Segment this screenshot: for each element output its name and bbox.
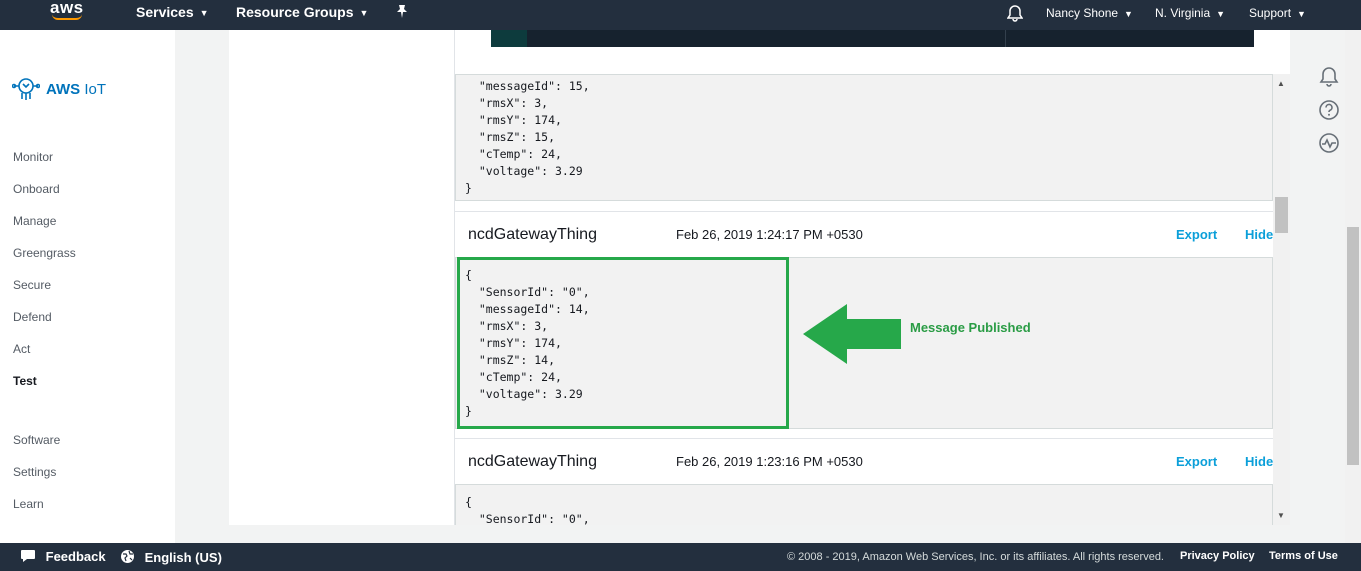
pin-icon[interactable] bbox=[396, 4, 408, 21]
page-scrollbar-thumb[interactable] bbox=[1347, 227, 1359, 465]
scroll-up-icon[interactable]: ▲ bbox=[1277, 79, 1285, 88]
sidebar-item-software[interactable]: Software bbox=[13, 433, 60, 447]
message-timestamp: Feb 26, 2019 1:24:17 PM +0530 bbox=[676, 227, 863, 242]
brand-name: AWS bbox=[46, 80, 81, 98]
left-sidebar: AWS IoT Monitor Onboard Manage Greengras… bbox=[0, 30, 175, 543]
chevron-down-icon: ▼ bbox=[1297, 8, 1306, 19]
export-button[interactable]: Export bbox=[1176, 227, 1217, 242]
region-menu[interactable]: N. Virginia ▼ bbox=[1155, 6, 1225, 20]
feedback-label: Feedback bbox=[45, 549, 106, 564]
support-menu[interactable]: Support ▼ bbox=[1249, 6, 1306, 20]
payload-code: "messageId": 15, "rmsX": 3, "rmsY": 174,… bbox=[465, 79, 590, 195]
footer-bar: Feedback English (US) © 2008 - 2019, Ama… bbox=[0, 543, 1361, 571]
top-navigation-bar: aws Services ▼ Resource Groups ▼ Nancy Sho… bbox=[0, 0, 1361, 30]
bell-icon[interactable] bbox=[1318, 65, 1340, 87]
aws-iot-brand[interactable]: AWS IoT bbox=[12, 76, 106, 102]
services-menu[interactable]: Services ▼ bbox=[136, 4, 209, 20]
arrow-left-icon bbox=[803, 304, 903, 369]
sidebar-item-act[interactable]: Act bbox=[13, 342, 30, 356]
chevron-down-icon: ▼ bbox=[199, 8, 209, 19]
activity-icon[interactable] bbox=[1318, 132, 1340, 154]
annotation-label: Message Published bbox=[910, 320, 1031, 335]
hide-button[interactable]: Hide bbox=[1245, 227, 1273, 242]
sidebar-item-learn[interactable]: Learn bbox=[13, 497, 44, 511]
region-name: N. Virginia bbox=[1155, 6, 1211, 20]
message-payload: { "SensorId": "0", bbox=[455, 484, 1273, 525]
aws-smile-icon bbox=[52, 14, 82, 20]
aws-iot-icon bbox=[12, 78, 40, 100]
sidebar-item-onboard[interactable]: Onboard bbox=[13, 182, 60, 196]
sidebar-item-test[interactable]: Test bbox=[13, 374, 37, 388]
chat-bubble-icon bbox=[21, 550, 35, 562]
page-scrollbar[interactable] bbox=[1345, 30, 1361, 543]
sidebar-item-manage[interactable]: Manage bbox=[13, 214, 56, 228]
payload-code: { "SensorId": "0", bbox=[465, 495, 590, 525]
message-topic: ncdGatewayThing bbox=[468, 226, 597, 243]
sidebar-item-settings[interactable]: Settings bbox=[13, 465, 56, 479]
services-label: Services bbox=[136, 4, 194, 20]
copyright-text: © 2008 - 2019, Amazon Web Services, Inc.… bbox=[787, 551, 1164, 563]
sidebar-item-defend[interactable]: Defend bbox=[13, 310, 52, 324]
language-selector[interactable]: English (US) bbox=[120, 549, 222, 565]
privacy-policy-link[interactable]: Privacy Policy bbox=[1180, 550, 1255, 562]
message-timestamp: Feb 26, 2019 1:23:16 PM +0530 bbox=[676, 454, 863, 469]
chevron-down-icon: ▼ bbox=[1216, 8, 1226, 19]
notifications-bell-icon[interactable] bbox=[1006, 4, 1024, 22]
subscription-header-bar bbox=[491, 30, 1254, 47]
header-separator bbox=[1005, 30, 1006, 47]
chevron-down-icon: ▼ bbox=[1124, 8, 1133, 19]
hide-button[interactable]: Hide bbox=[1245, 454, 1273, 469]
sidebar-item-secure[interactable]: Secure bbox=[13, 278, 51, 292]
aws-logo[interactable]: aws bbox=[50, 0, 84, 20]
account-name: Nancy Shone bbox=[1046, 6, 1119, 20]
messages-scrollbar[interactable]: ▲ ▼ bbox=[1273, 74, 1290, 525]
export-button[interactable]: Export bbox=[1176, 454, 1217, 469]
scroll-down-icon[interactable]: ▼ bbox=[1277, 511, 1285, 520]
message-header: ncdGatewayThing Feb 26, 2019 1:23:16 PM … bbox=[455, 438, 1273, 484]
subscriptions-panel bbox=[229, 30, 455, 525]
content-gutter bbox=[175, 30, 229, 543]
chevron-down-icon: ▼ bbox=[359, 8, 369, 19]
message-header: ncdGatewayThing Feb 26, 2019 1:24:17 PM … bbox=[455, 211, 1273, 257]
right-tool-rail bbox=[1290, 30, 1345, 543]
resource-groups-menu[interactable]: Resource Groups ▼ bbox=[236, 4, 368, 20]
brand-suffix: IoT bbox=[84, 80, 107, 98]
support-label: Support bbox=[1249, 6, 1292, 20]
globe-icon bbox=[121, 550, 134, 563]
language-label: English (US) bbox=[144, 550, 222, 565]
sidebar-item-greengrass[interactable]: Greengrass bbox=[13, 246, 76, 260]
header-accent bbox=[491, 30, 527, 47]
sidebar-item-monitor[interactable]: Monitor bbox=[13, 150, 53, 164]
scrollbar-thumb[interactable] bbox=[1275, 197, 1288, 233]
message-topic: ncdGatewayThing bbox=[468, 453, 597, 470]
brand-label: AWS IoT bbox=[46, 81, 106, 98]
terms-of-use-link[interactable]: Terms of Use bbox=[1269, 550, 1338, 562]
feedback-button[interactable]: Feedback bbox=[20, 549, 106, 564]
highlight-box bbox=[457, 257, 789, 429]
message-payload: "messageId": 15, "rmsX": 3, "rmsY": 174,… bbox=[455, 74, 1273, 201]
account-menu[interactable]: Nancy Shone ▼ bbox=[1046, 6, 1133, 20]
resource-groups-label: Resource Groups bbox=[236, 4, 354, 20]
help-icon[interactable] bbox=[1318, 99, 1340, 121]
